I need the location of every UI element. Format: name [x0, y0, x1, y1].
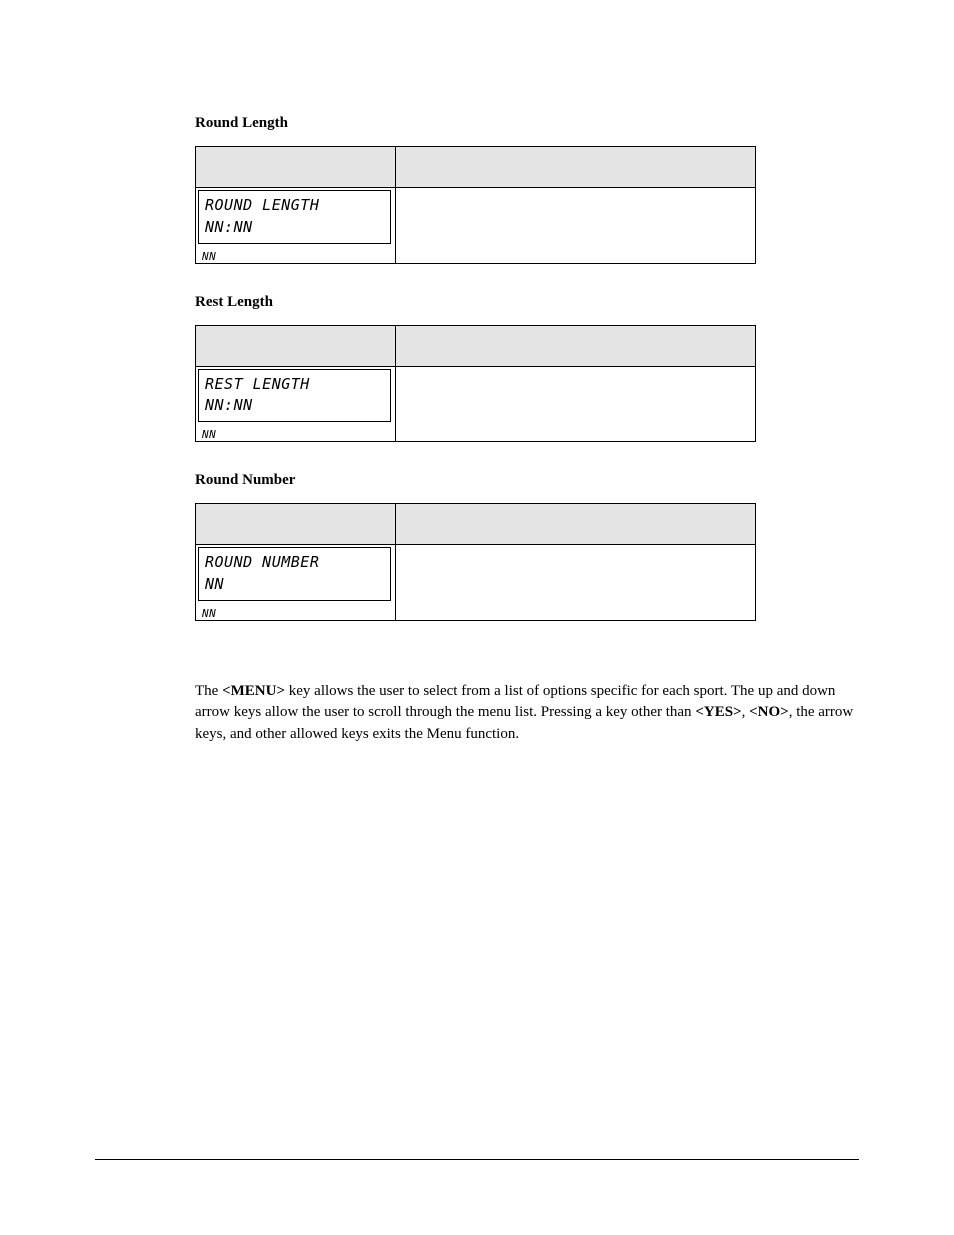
key-menu: <MENU> [222, 683, 285, 699]
menu-paragraph: The <MENU> key allows the user to select… [195, 681, 859, 746]
lcd-line-1: ROUND NUMBER [205, 552, 384, 574]
document-page: Round Length ROUND LENGTH NN:NN NN Rest … [0, 0, 954, 1235]
lcd-below-text: NN [196, 603, 395, 620]
empty-cell [396, 545, 756, 621]
lcd-line-1: REST LENGTH [205, 374, 384, 396]
table-header-right [396, 504, 756, 545]
lcd-display: ROUND NUMBER NN [198, 547, 391, 601]
lcd-line-2: NN [205, 574, 384, 596]
lcd-cell: ROUND LENGTH NN:NN NN [196, 188, 396, 264]
table-row [196, 325, 756, 366]
table-row: ROUND NUMBER NN NN [196, 545, 756, 621]
lcd-line-2: NN:NN [205, 217, 384, 239]
table-row: REST LENGTH NN:NN NN [196, 366, 756, 442]
table-row [196, 147, 756, 188]
table-round-length: ROUND LENGTH NN:NN NN [195, 146, 756, 264]
table-row: ROUND LENGTH NN:NN NN [196, 188, 756, 264]
lcd-below-text: NN [196, 424, 395, 441]
table-header-right [396, 147, 756, 188]
heading-round-number: Round Number [195, 472, 859, 489]
lcd-cell: ROUND NUMBER NN NN [196, 545, 396, 621]
table-row [196, 504, 756, 545]
empty-cell [396, 366, 756, 442]
lcd-display: ROUND LENGTH NN:NN [198, 190, 391, 244]
key-no: <NO> [749, 704, 789, 720]
empty-cell [396, 188, 756, 264]
table-header-left [196, 504, 396, 545]
table-header-right [396, 325, 756, 366]
footer-divider [95, 1159, 859, 1160]
table-rest-length: REST LENGTH NN:NN NN [195, 325, 756, 443]
lcd-line-2: NN:NN [205, 395, 384, 417]
para-text: , [742, 704, 750, 720]
heading-rest-length: Rest Length [195, 294, 859, 311]
lcd-line-1: ROUND LENGTH [205, 195, 384, 217]
lcd-display: REST LENGTH NN:NN [198, 369, 391, 423]
table-header-left [196, 147, 396, 188]
table-header-left [196, 325, 396, 366]
key-yes: <YES> [695, 704, 741, 720]
para-text: The [195, 683, 222, 699]
heading-round-length: Round Length [195, 115, 859, 132]
lcd-cell: REST LENGTH NN:NN NN [196, 366, 396, 442]
lcd-below-text: NN [196, 246, 395, 263]
table-round-number: ROUND NUMBER NN NN [195, 503, 756, 621]
